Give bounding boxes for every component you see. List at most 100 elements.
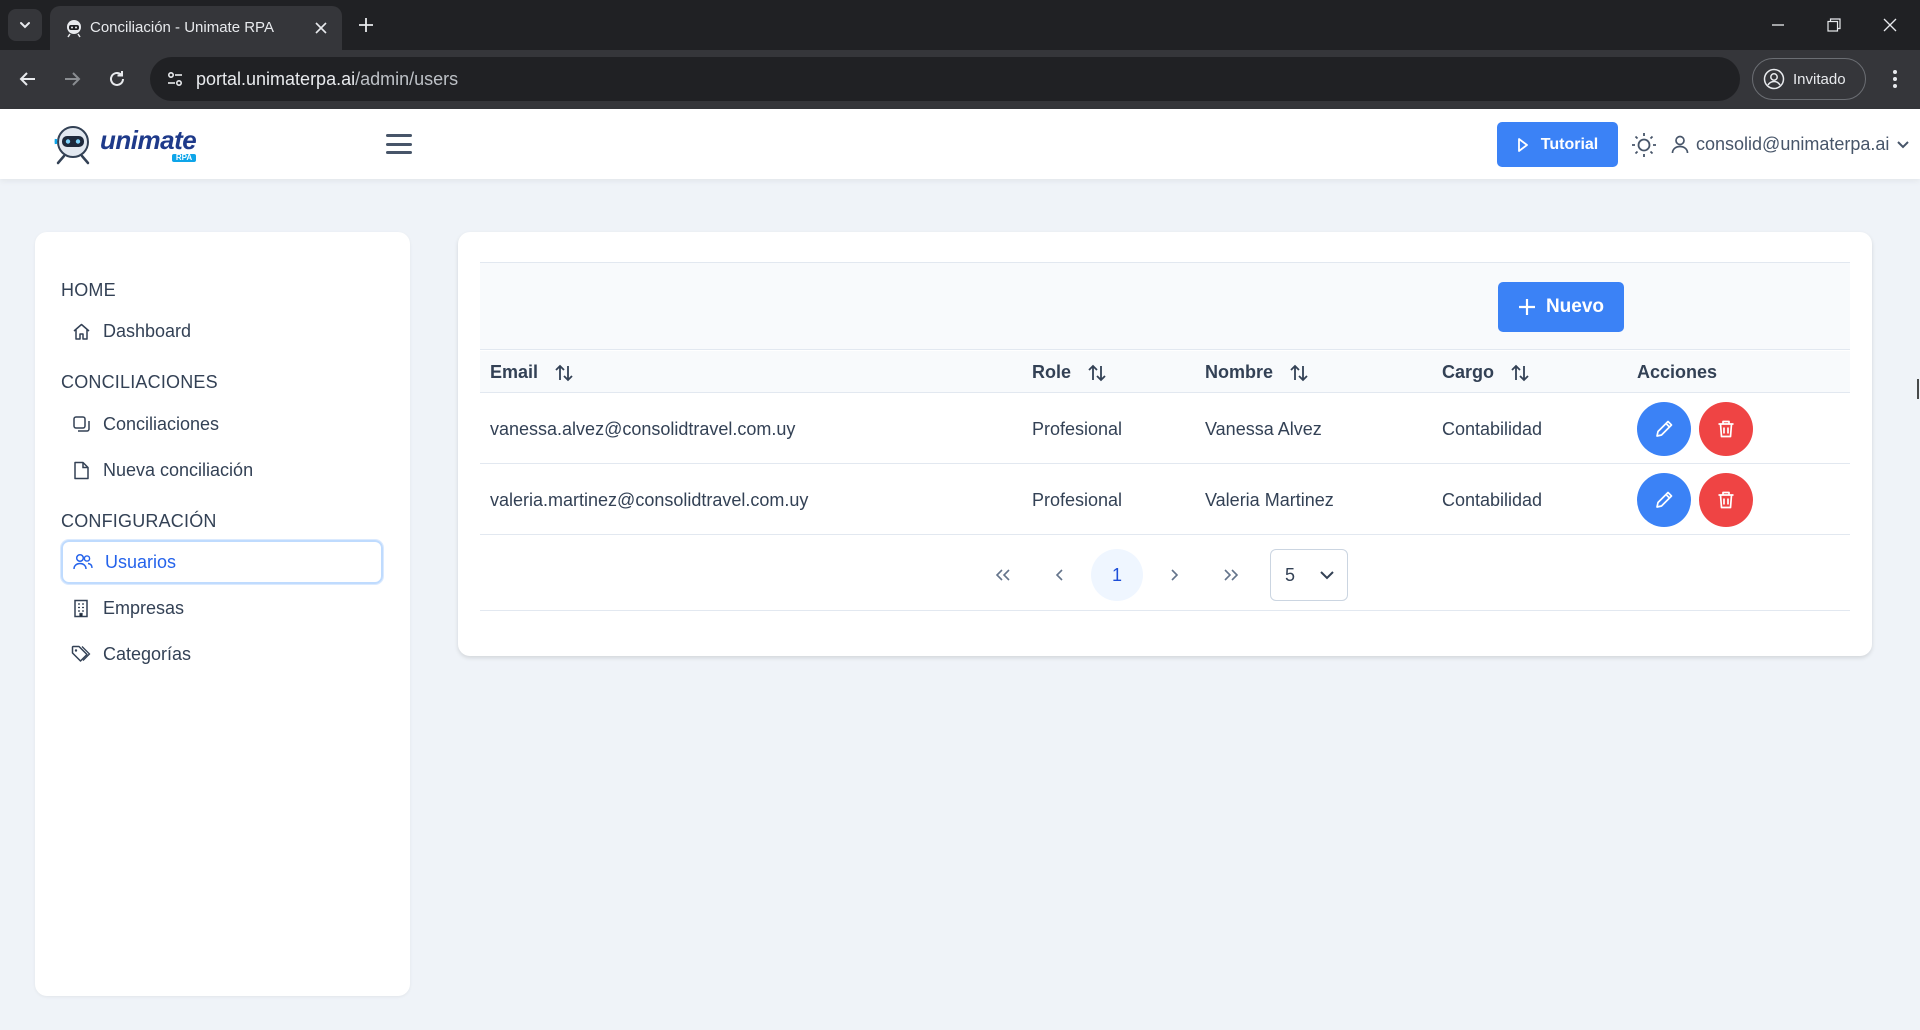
edit-user-button[interactable] bbox=[1637, 473, 1691, 527]
window-restore-button[interactable] bbox=[1806, 0, 1862, 50]
column-header-email[interactable]: Email bbox=[490, 362, 574, 383]
first-page-button[interactable] bbox=[977, 549, 1029, 601]
guest-profile-icon bbox=[1763, 68, 1785, 90]
user-email: consolid@unimaterpa.ai bbox=[1696, 133, 1890, 154]
tab-close-button[interactable] bbox=[309, 16, 333, 40]
sort-icon bbox=[1290, 364, 1308, 381]
rows-per-page-value: 5 bbox=[1285, 564, 1296, 585]
browser-menu-button[interactable] bbox=[1880, 64, 1910, 94]
building-icon bbox=[71, 598, 91, 618]
column-header-label: Acciones bbox=[1637, 362, 1718, 382]
delete-user-button[interactable] bbox=[1699, 402, 1753, 456]
logo-subtitle: RPA bbox=[171, 153, 197, 162]
cell-nombre: Vanessa Alvez bbox=[1205, 419, 1322, 439]
pencil-icon bbox=[1656, 491, 1673, 508]
plus-icon bbox=[359, 18, 373, 32]
table-toolbar bbox=[480, 262, 1850, 350]
profile-button[interactable]: Invitado bbox=[1752, 58, 1866, 100]
window-close-button[interactable] bbox=[1862, 0, 1918, 50]
cell-nombre: Valeria Martinez bbox=[1205, 490, 1334, 510]
back-button[interactable] bbox=[11, 62, 45, 96]
browser-tabstrip: Conciliación - Unimate RPA bbox=[0, 0, 1920, 50]
cell-role: Profesional bbox=[1032, 419, 1123, 439]
hamburger-line bbox=[386, 142, 412, 146]
sidebar-item-nueva-conciliacion[interactable]: Nueva conciliación bbox=[61, 448, 383, 492]
sort-icon bbox=[1088, 364, 1106, 381]
table-row: valeria.martinez@consolidtravel.com.uy P… bbox=[480, 464, 1850, 535]
tags-icon bbox=[71, 644, 91, 664]
sidebar-item-conciliaciones[interactable]: Conciliaciones bbox=[61, 402, 383, 446]
user-menu[interactable]: consolid@unimaterpa.ai bbox=[1670, 129, 1911, 159]
sidebar-item-label: Categorías bbox=[103, 643, 192, 664]
arrow-left-icon bbox=[19, 72, 35, 86]
sidebar-item-label: Dashboard bbox=[103, 320, 192, 341]
sidebar-item-usuarios[interactable]: Usuarios bbox=[61, 540, 383, 584]
page-button-current[interactable]: 1 bbox=[1091, 549, 1143, 601]
close-icon bbox=[1883, 18, 1897, 32]
sun-icon bbox=[1632, 133, 1656, 157]
cell-cargo: Contabilidad bbox=[1442, 490, 1543, 510]
new-user-label: Nuevo bbox=[1545, 296, 1605, 317]
column-header-role[interactable]: Role bbox=[1032, 362, 1107, 383]
window-minimize-button[interactable] bbox=[1750, 0, 1806, 50]
app-header: unimate RPA Tutorial consolid@unimaterpa… bbox=[0, 109, 1920, 179]
trash-icon bbox=[1718, 491, 1734, 509]
url-host: portal.unimaterpa.ai bbox=[196, 69, 356, 89]
hamburger-line bbox=[386, 151, 412, 154]
more-vertical-icon bbox=[1893, 70, 1897, 88]
column-header-label: Role bbox=[1032, 362, 1072, 382]
url-path: /admin/users bbox=[355, 69, 459, 89]
sidebar-item-empresas[interactable]: Empresas bbox=[61, 586, 383, 630]
column-header-nombre[interactable]: Nombre bbox=[1205, 362, 1309, 383]
chevrons-left-icon bbox=[995, 569, 1010, 581]
sidebar-section-home: HOME bbox=[61, 280, 116, 300]
new-user-button[interactable]: Nuevo bbox=[1498, 282, 1624, 332]
app-logo[interactable]: unimate RPA bbox=[50, 121, 200, 167]
users-icon bbox=[73, 552, 93, 572]
url-text: portal.unimaterpa.ai/admin/users bbox=[196, 69, 458, 90]
rows-per-page-dropdown[interactable]: 5 bbox=[1270, 549, 1348, 601]
column-header-cargo[interactable]: Cargo bbox=[1442, 362, 1530, 383]
edit-user-button[interactable] bbox=[1637, 402, 1691, 456]
reload-button[interactable] bbox=[100, 62, 134, 96]
paginator: 1 5 bbox=[480, 537, 1850, 611]
menu-toggle-button[interactable] bbox=[384, 131, 414, 157]
tab-search-button[interactable] bbox=[8, 9, 42, 41]
theme-toggle-button[interactable] bbox=[1630, 131, 1658, 159]
chevron-down-icon bbox=[20, 22, 30, 29]
next-page-button[interactable] bbox=[1148, 549, 1200, 601]
restore-icon bbox=[1827, 18, 1841, 32]
sidebar-item-label: Conciliaciones bbox=[103, 413, 220, 434]
delete-user-button[interactable] bbox=[1699, 473, 1753, 527]
cell-email: vanessa.alvez@consolidtravel.com.uy bbox=[490, 419, 796, 439]
sidebar-item-dashboard[interactable]: Dashboard bbox=[61, 309, 383, 353]
arrow-right-icon bbox=[65, 72, 81, 86]
logo-wordmark: unimate bbox=[100, 124, 197, 155]
table-row: vanessa.alvez@consolidtravel.com.uy Prof… bbox=[480, 393, 1850, 464]
cell-role: Profesional bbox=[1032, 490, 1123, 510]
robot-favicon-icon bbox=[67, 20, 81, 38]
browser-toolbar: portal.unimaterpa.ai/admin/users Invitad… bbox=[0, 50, 1920, 109]
tutorial-button[interactable]: Tutorial bbox=[1497, 122, 1618, 167]
forward-button[interactable] bbox=[55, 62, 89, 96]
profile-label: Invitado bbox=[1793, 70, 1846, 88]
column-header-label: Email bbox=[490, 362, 539, 382]
table-header: Email Role Nombre Cargo Acciones bbox=[480, 351, 1850, 393]
cell-email: valeria.martinez@consolidtravel.com.uy bbox=[490, 490, 809, 510]
address-bar[interactable]: portal.unimaterpa.ai/admin/users bbox=[150, 57, 1740, 101]
play-icon bbox=[1517, 137, 1528, 152]
column-header-acciones: Acciones bbox=[1637, 362, 1717, 383]
reload-icon bbox=[110, 71, 124, 86]
previous-page-button[interactable] bbox=[1034, 549, 1086, 601]
column-header-label: Cargo bbox=[1442, 362, 1495, 382]
chevron-down-icon bbox=[1897, 141, 1910, 149]
site-info-button[interactable] bbox=[160, 64, 190, 94]
sidebar-item-categorias[interactable]: Categorías bbox=[61, 632, 383, 676]
new-tab-button[interactable] bbox=[352, 11, 380, 39]
last-page-button[interactable] bbox=[1205, 549, 1257, 601]
text-cursor-icon bbox=[1916, 378, 1920, 400]
tune-icon bbox=[167, 71, 183, 87]
pencil-icon bbox=[1656, 420, 1673, 437]
browser-tab-active[interactable]: Conciliación - Unimate RPA bbox=[50, 6, 342, 50]
close-icon bbox=[315, 22, 327, 34]
